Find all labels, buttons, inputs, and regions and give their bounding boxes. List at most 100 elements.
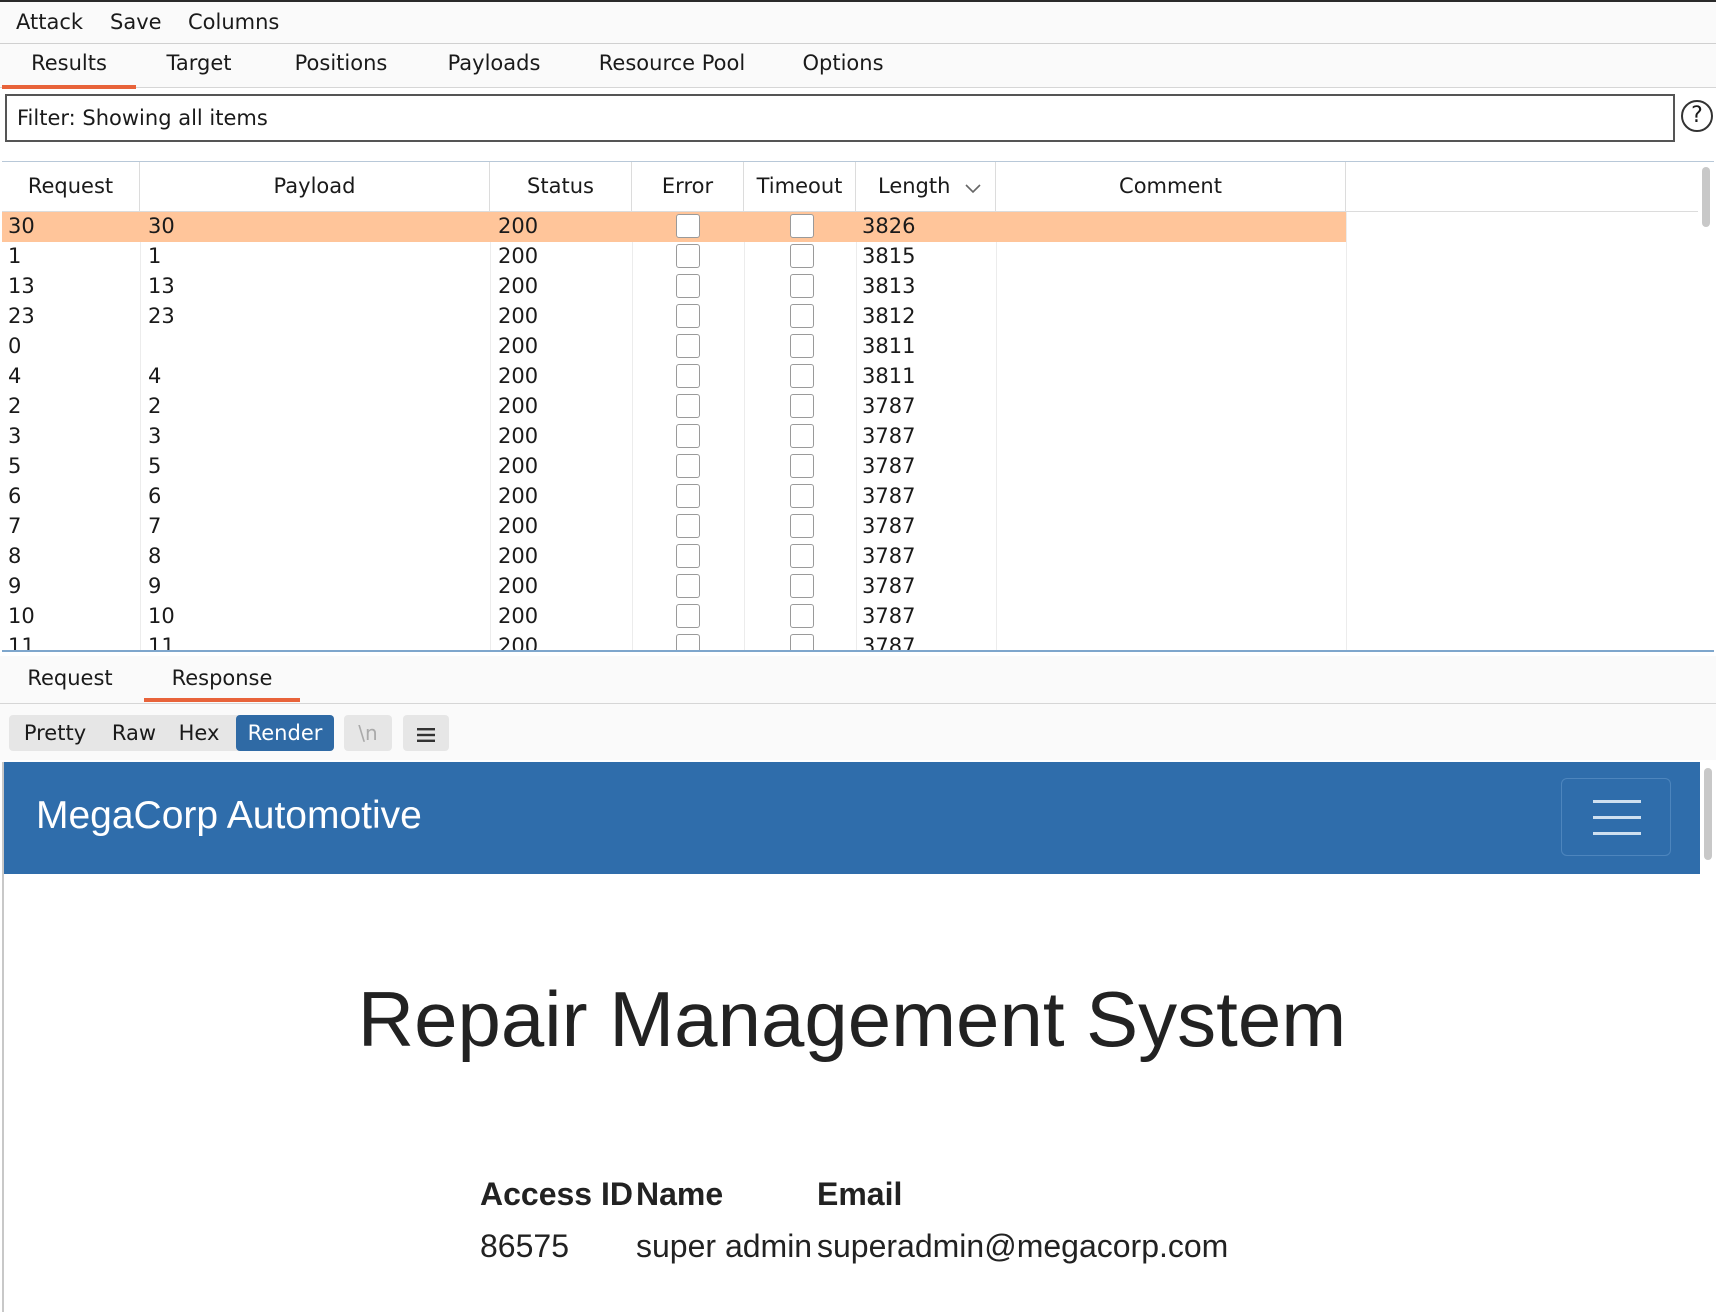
render-scrollbar[interactable] xyxy=(1704,768,1712,860)
error-checkbox xyxy=(676,544,700,568)
cell-length: 3787 xyxy=(862,544,916,568)
toggler-bar xyxy=(1593,816,1641,819)
error-checkbox xyxy=(676,484,700,508)
column-header-payload[interactable]: Payload xyxy=(140,162,490,212)
table-row[interactable]: 0 200 3811 xyxy=(2,332,1346,362)
timeout-checkbox xyxy=(790,244,814,268)
filter-bar[interactable]: Filter: Showing all items xyxy=(5,94,1675,142)
column-header-timeout[interactable]: Timeout xyxy=(744,162,856,212)
table-scrollbar[interactable] xyxy=(1702,167,1710,227)
user-access-id: 86575 xyxy=(480,1228,569,1264)
newline-toggle-button[interactable]: \n xyxy=(344,715,392,751)
table-row[interactable]: 2 2 200 3787 xyxy=(2,392,1346,422)
timeout-checkbox xyxy=(790,454,814,478)
tab-target[interactable]: Target xyxy=(148,51,250,85)
render-view: MegaCorp Automotive Repair Management Sy… xyxy=(2,762,1716,1312)
column-header-error[interactable]: Error xyxy=(632,162,744,212)
hamburger-icon xyxy=(417,721,435,745)
column-header-length[interactable]: Length xyxy=(856,162,996,212)
timeout-checkbox xyxy=(790,364,814,388)
error-checkbox xyxy=(676,514,700,538)
cell-request: 9 xyxy=(8,574,22,598)
error-checkbox xyxy=(676,274,700,298)
cell-status: 200 xyxy=(498,214,539,238)
tab-payloads[interactable]: Payloads xyxy=(438,51,550,85)
table-row[interactable]: 1 1 200 3815 xyxy=(2,242,1346,272)
menu-columns[interactable]: Columns xyxy=(188,10,279,34)
cell-status: 200 xyxy=(498,364,539,388)
cell-payload: 7 xyxy=(148,514,162,538)
tab-results[interactable]: Results xyxy=(2,51,136,89)
cell-length: 3787 xyxy=(862,424,916,448)
cell-status: 200 xyxy=(498,244,539,268)
table-row[interactable]: 6 6 200 3787 xyxy=(2,482,1346,512)
column-header-filler xyxy=(1346,162,1698,212)
table-row[interactable]: 9 9 200 3787 xyxy=(2,572,1346,602)
cell-status: 200 xyxy=(498,394,539,418)
cell-length: 3787 xyxy=(862,514,916,538)
menu-attack[interactable]: Attack xyxy=(16,10,83,34)
table-row[interactable]: 7 7 200 3787 xyxy=(2,512,1346,542)
user-email: superadmin@megacorp.com xyxy=(817,1228,1229,1264)
cell-length: 3811 xyxy=(862,364,916,388)
viewer-mode-group: Pretty Raw Hex Render xyxy=(9,715,334,751)
cell-length: 3811 xyxy=(862,334,916,358)
cell-request: 30 xyxy=(8,214,35,238)
toggler-bar xyxy=(1593,800,1641,803)
cell-payload: 9 xyxy=(148,574,162,598)
tab-response[interactable]: Response xyxy=(144,666,300,702)
navbar-toggler-button[interactable] xyxy=(1561,778,1671,856)
error-checkbox xyxy=(676,634,700,650)
column-header-comment[interactable]: Comment xyxy=(996,162,1346,212)
cell-request: 1 xyxy=(8,244,22,268)
cell-status: 200 xyxy=(498,454,539,478)
viewer-toolbar: Pretty Raw Hex Render xyxy=(0,704,1716,760)
menu-icon-button[interactable] xyxy=(403,715,449,751)
cell-request: 2 xyxy=(8,394,22,418)
error-checkbox xyxy=(676,574,700,598)
cell-request: 6 xyxy=(8,484,22,508)
cell-request: 11 xyxy=(8,634,35,652)
cell-length: 3787 xyxy=(862,454,916,478)
chevron-down-icon xyxy=(965,163,981,211)
timeout-checkbox xyxy=(790,394,814,418)
table-row[interactable]: 30 30 200 3826 xyxy=(2,212,1346,242)
table-row[interactable]: 11 11 200 3787 xyxy=(2,632,1346,652)
tab-resource-pool[interactable]: Resource Pool xyxy=(592,51,752,85)
table-row[interactable]: 8 8 200 3787 xyxy=(2,542,1346,572)
mode-pretty[interactable]: Pretty xyxy=(9,715,101,751)
column-header-status[interactable]: Status xyxy=(490,162,632,212)
cell-payload: 11 xyxy=(148,634,175,652)
site-brand[interactable]: MegaCorp Automotive xyxy=(36,794,422,838)
user-name: super admin xyxy=(636,1228,813,1264)
table-row[interactable]: 13 13 200 3813 xyxy=(2,272,1346,302)
column-header-request[interactable]: Request xyxy=(2,162,140,212)
mode-hex[interactable]: Hex xyxy=(167,715,231,751)
table-row[interactable]: 10 10 200 3787 xyxy=(2,602,1346,632)
table-row[interactable]: 23 23 200 3812 xyxy=(2,302,1346,332)
cell-payload: 8 xyxy=(148,544,162,568)
site-navbar: MegaCorp Automotive xyxy=(4,762,1700,874)
user-table-header-access-id: Access ID xyxy=(480,1176,633,1212)
table-row[interactable]: 3 3 200 3787 xyxy=(2,422,1346,452)
results-table: Request Payload Status Error Timeout Len… xyxy=(2,161,1714,652)
cell-status: 200 xyxy=(498,634,539,652)
menu-save[interactable]: Save xyxy=(110,10,162,34)
error-checkbox xyxy=(676,334,700,358)
cell-request: 5 xyxy=(8,454,22,478)
mode-render[interactable]: Render xyxy=(236,715,334,751)
error-checkbox xyxy=(676,364,700,388)
timeout-checkbox xyxy=(790,604,814,628)
tab-request[interactable]: Request xyxy=(14,666,126,698)
cell-payload: 1 xyxy=(148,244,162,268)
tab-options[interactable]: Options xyxy=(792,51,894,85)
table-row[interactable]: 5 5 200 3787 xyxy=(2,452,1346,482)
tab-positions[interactable]: Positions xyxy=(282,51,400,85)
table-row[interactable]: 4 4 200 3811 xyxy=(2,362,1346,392)
help-icon[interactable]: ? xyxy=(1681,100,1713,132)
cell-payload: 3 xyxy=(148,424,162,448)
cell-request: 3 xyxy=(8,424,22,448)
mode-raw[interactable]: Raw xyxy=(101,715,167,751)
cell-length: 3812 xyxy=(862,304,916,328)
cell-status: 200 xyxy=(498,544,539,568)
